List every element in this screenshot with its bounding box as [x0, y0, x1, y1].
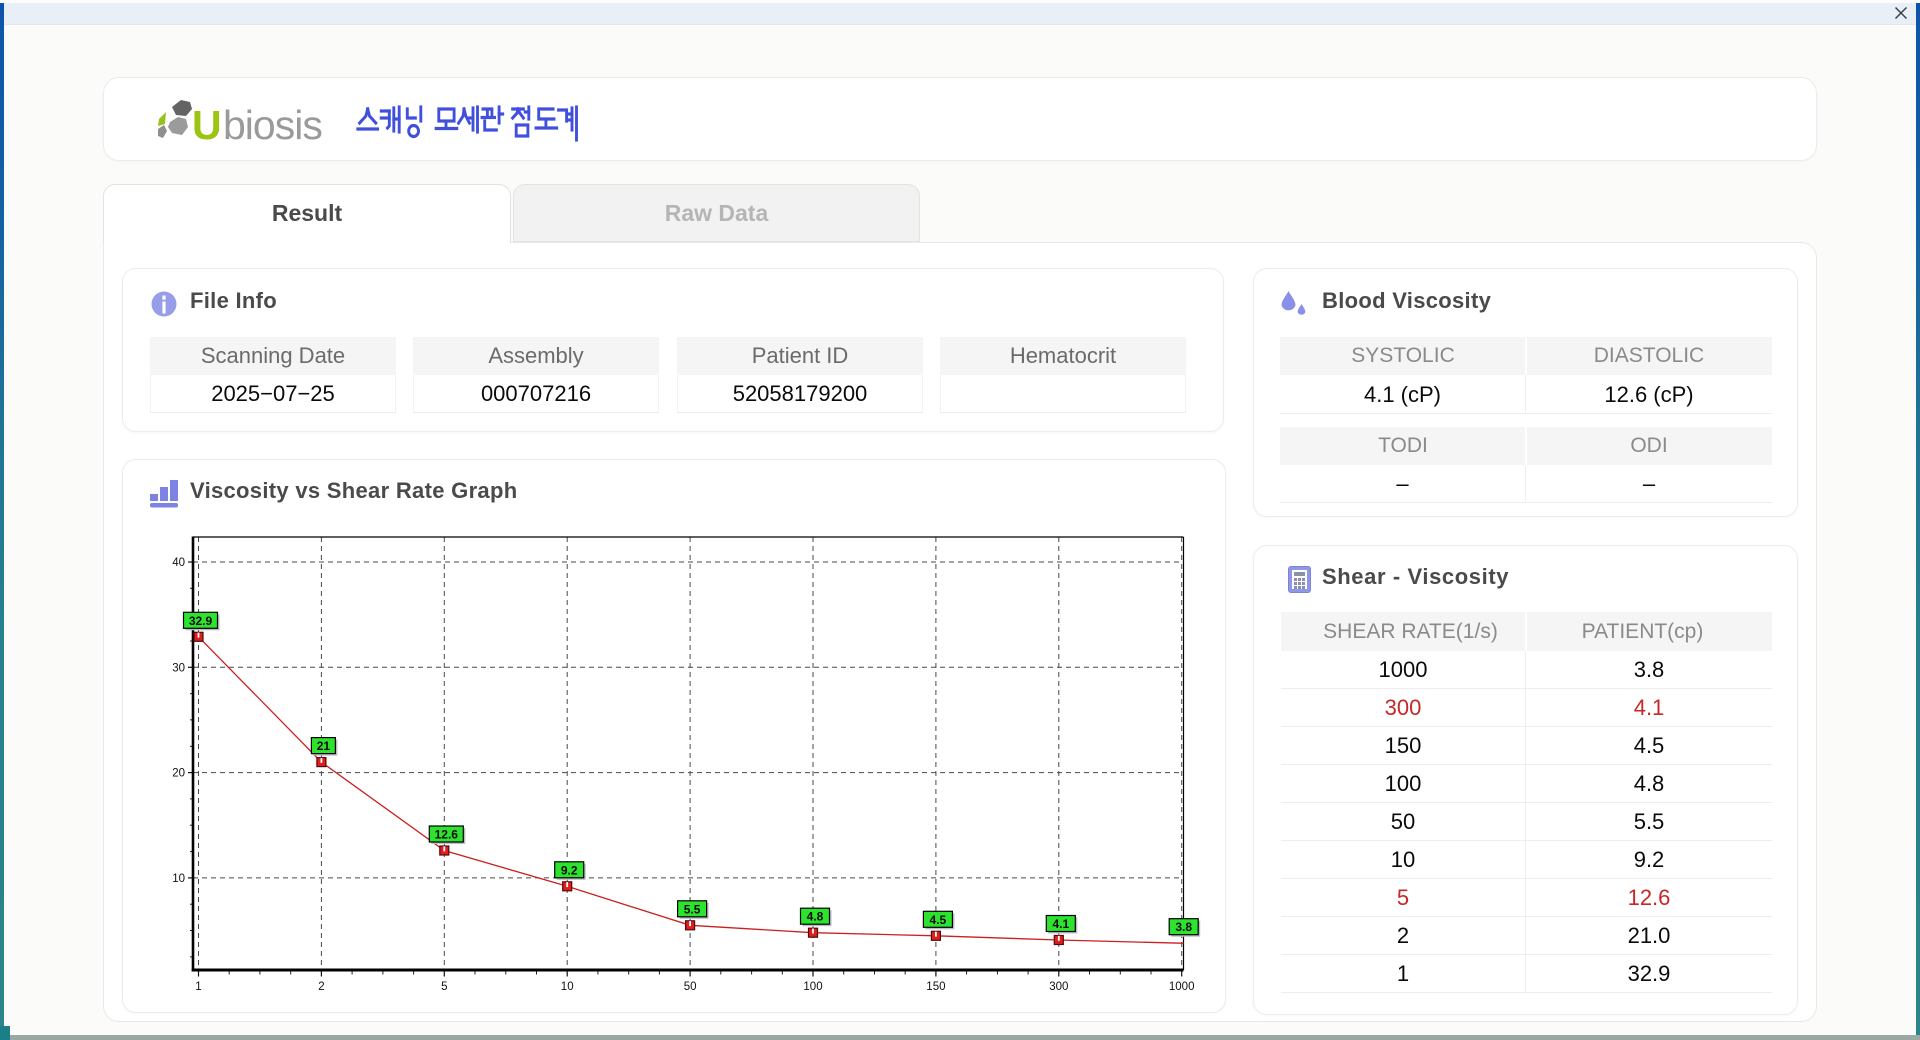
svg-text:2: 2 [318, 981, 324, 993]
svg-text:30: 30 [172, 662, 185, 674]
svg-text:4.1: 4.1 [1052, 917, 1069, 931]
svg-text:10: 10 [172, 873, 185, 885]
svg-text:5: 5 [441, 981, 447, 993]
svg-text:1: 1 [195, 981, 201, 993]
svg-text:1000: 1000 [1169, 981, 1195, 993]
svg-text:100: 100 [803, 981, 822, 993]
svg-text:U: U [192, 102, 221, 147]
svg-text:50: 50 [684, 981, 697, 993]
svg-text:20: 20 [172, 768, 185, 780]
svg-text:biosis: biosis [223, 102, 322, 147]
svg-text:150: 150 [926, 981, 945, 993]
svg-text:10: 10 [561, 981, 574, 993]
svg-text:12.6: 12.6 [435, 828, 459, 842]
svg-text:4.5: 4.5 [930, 913, 947, 927]
svg-text:32.9: 32.9 [189, 614, 213, 628]
svg-text:4.8: 4.8 [807, 910, 824, 924]
svg-text:21: 21 [317, 739, 331, 753]
svg-text:5.5: 5.5 [684, 902, 701, 916]
svg-text:300: 300 [1049, 981, 1068, 993]
svg-text:9.2: 9.2 [561, 863, 578, 877]
svg-text:3.8: 3.8 [1175, 920, 1192, 934]
svg-text:40: 40 [172, 557, 185, 569]
